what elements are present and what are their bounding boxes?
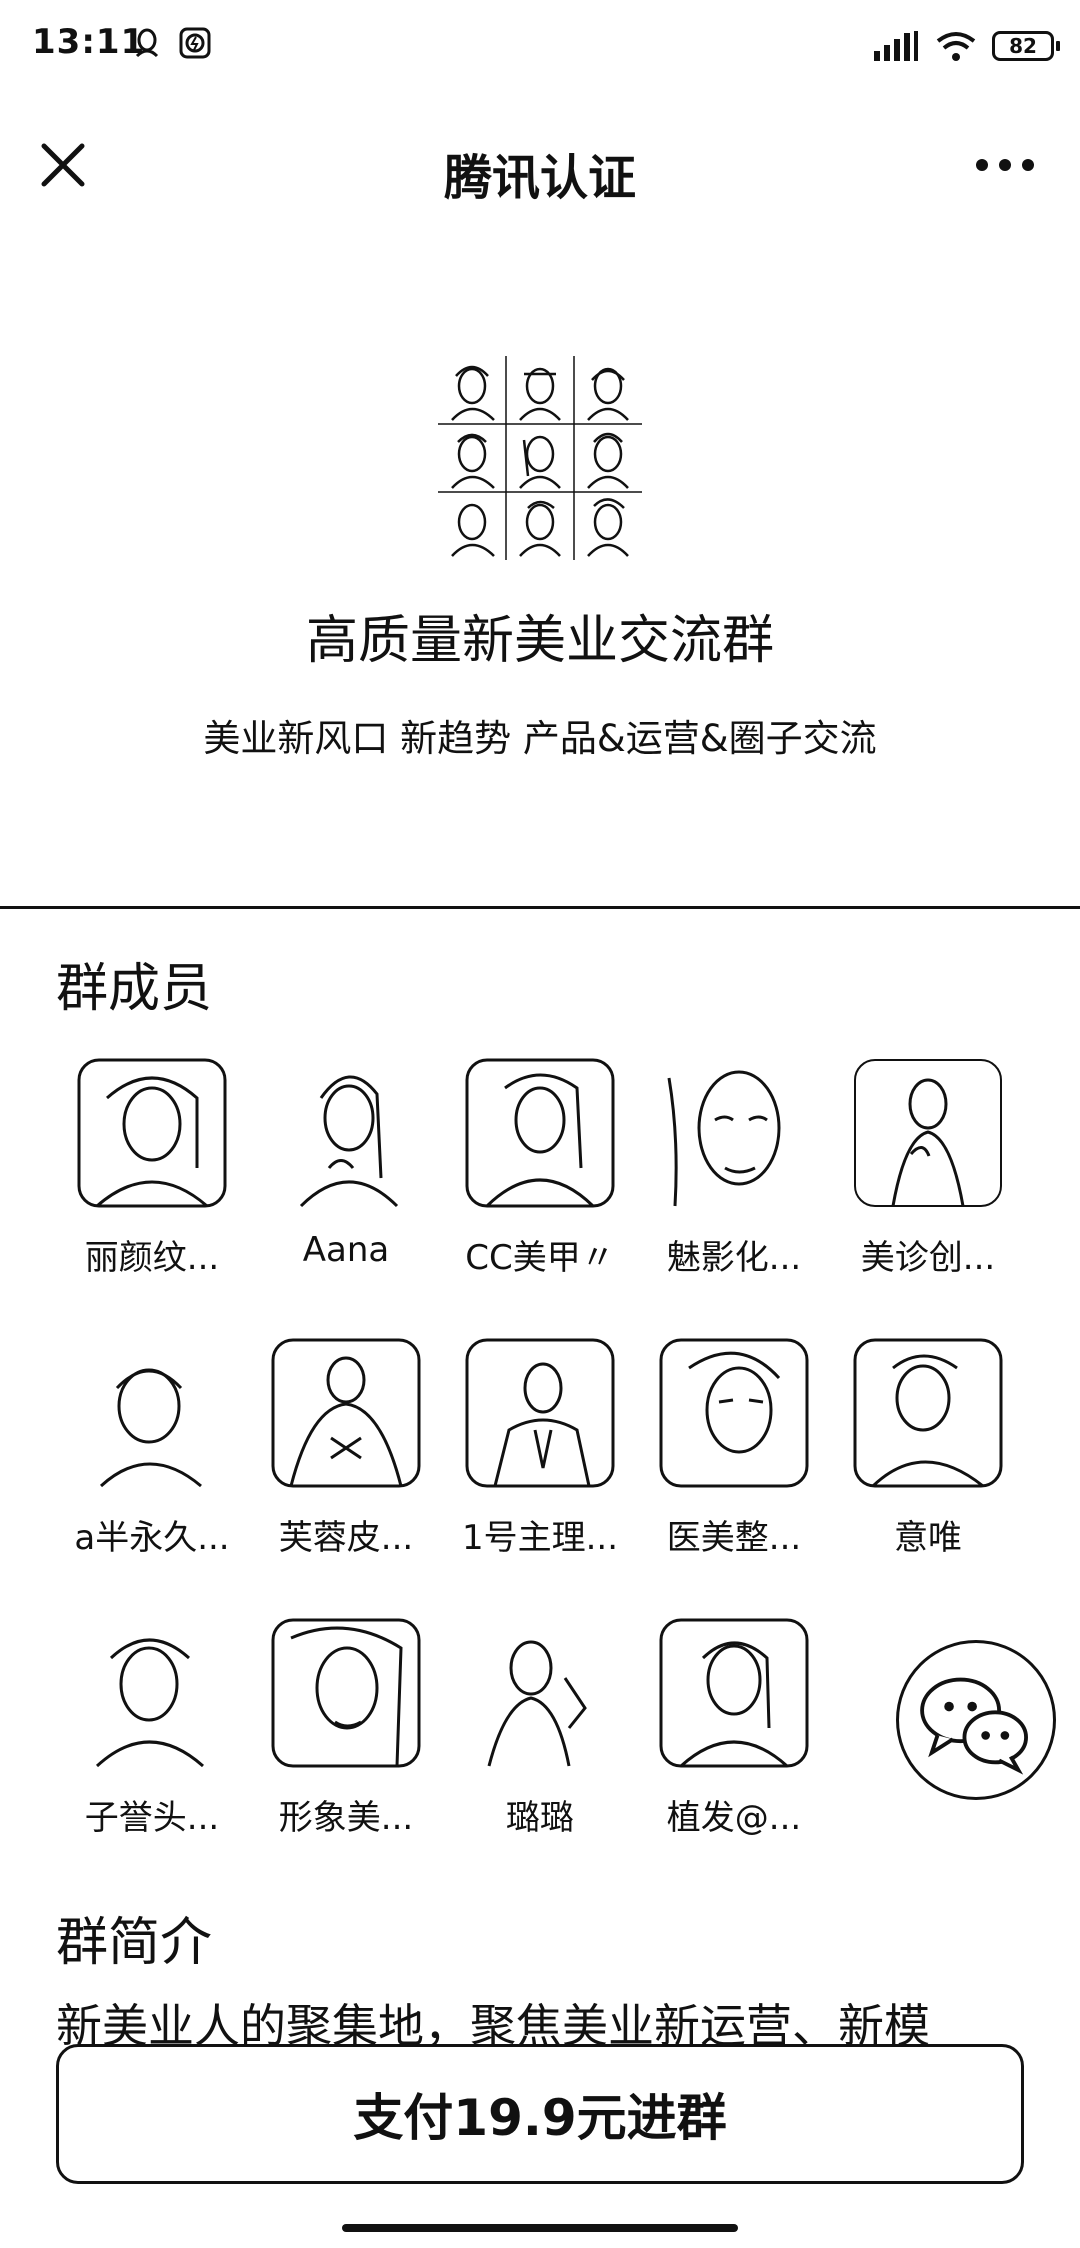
member-item[interactable]: 芙蓉皮...	[248, 1338, 444, 1559]
section-divider	[0, 906, 1080, 909]
member-name: 医美整...	[666, 1518, 802, 1558]
member-item[interactable]: Aana	[248, 1058, 444, 1270]
pay-join-button[interactable]: 支付19.9元进群	[56, 2044, 1024, 2184]
members-title: 群成员	[56, 959, 213, 1019]
member-avatar	[77, 1058, 227, 1208]
wifi-icon	[936, 32, 976, 61]
member-name: 芙蓉皮...	[278, 1518, 414, 1558]
member-item[interactable]: 子誉头...	[54, 1618, 250, 1839]
battery-icon: 82	[992, 31, 1060, 61]
member-name: 子誉头...	[84, 1798, 220, 1838]
member-avatar	[667, 1070, 781, 1207]
intro-title: 群简介	[56, 1913, 213, 1973]
battery-level: 82	[1009, 34, 1037, 58]
intro-text: 新美业人的聚集地，聚焦美业新运营、新模	[56, 1999, 930, 2046]
member-name: 璐璐	[506, 1798, 574, 1838]
shield-app-icon	[179, 27, 211, 59]
group-avatar	[438, 356, 642, 560]
more-icon[interactable]	[970, 140, 1040, 190]
member-item[interactable]: 意唯	[830, 1338, 1026, 1559]
notification-icon	[135, 28, 159, 58]
member-avatar	[271, 1618, 421, 1768]
member-name: 意唯	[894, 1518, 962, 1558]
member-name: a半永久...	[74, 1518, 230, 1558]
status-bar: 13:11 82	[0, 0, 1080, 90]
signal-icon	[874, 31, 918, 61]
member-item[interactable]: 璐璐	[442, 1618, 638, 1839]
page-title: 腾讯认证	[443, 150, 636, 206]
member-avatar	[271, 1338, 421, 1488]
member-avatar	[659, 1618, 809, 1768]
member-avatar	[95, 1638, 204, 1768]
member-name: 植发@...	[666, 1798, 802, 1838]
home-indicator[interactable]	[342, 2224, 738, 2232]
member-avatar	[853, 1338, 1003, 1488]
group-name: 高质量新美业交流群	[305, 611, 774, 671]
member-avatar	[659, 1338, 809, 1488]
wechat-icon[interactable]	[896, 1640, 1056, 1800]
member-item[interactable]: 魅影化...	[636, 1058, 832, 1279]
member-name: 魅影化...	[666, 1238, 802, 1278]
member-avatar	[465, 1058, 615, 1208]
status-time: 13:11	[32, 22, 146, 62]
member-name: CC美甲〃	[465, 1238, 615, 1278]
member-item[interactable]: 植发@...	[636, 1618, 832, 1839]
member-avatar	[299, 1075, 399, 1208]
member-item[interactable]: a半永久...	[54, 1338, 250, 1559]
member-item[interactable]: 美诊创...	[830, 1058, 1026, 1279]
member-item[interactable]: 形象美...	[248, 1618, 444, 1839]
member-avatar	[854, 1059, 1002, 1207]
member-item[interactable]: CC美甲〃	[442, 1058, 638, 1279]
member-avatar	[99, 1368, 202, 1488]
member-name: 丽颜纹...	[84, 1238, 220, 1278]
status-right: 82	[872, 26, 1060, 66]
member-item[interactable]: 丽颜纹...	[54, 1058, 250, 1279]
group-tagline: 美业新风口 新趋势 产品&运营&圈子交流	[203, 717, 877, 760]
member-item[interactable]: 1号主理...	[442, 1338, 638, 1559]
member-name: Aana	[302, 1230, 390, 1270]
member-name: 美诊创...	[860, 1238, 996, 1278]
member-name: 形象美...	[278, 1798, 414, 1838]
member-item[interactable]: 医美整...	[636, 1338, 832, 1559]
member-avatar	[465, 1338, 615, 1488]
member-name: 1号主理...	[461, 1518, 619, 1558]
member-avatar	[487, 1640, 587, 1767]
title-bar: 腾讯认证	[0, 110, 1080, 220]
